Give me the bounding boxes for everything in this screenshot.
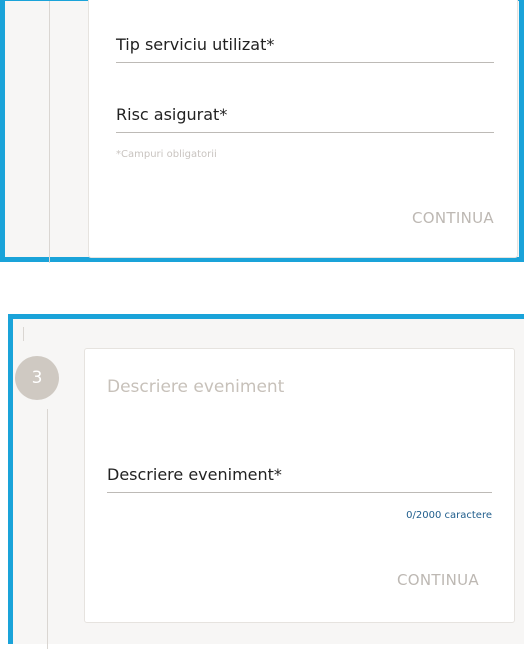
timeline-line <box>23 327 24 341</box>
step-number-badge: 3 <box>15 356 59 400</box>
step-2-panel: Tip serviciu utilizat* Risc asigurat* *C… <box>0 0 524 263</box>
timeline-line <box>49 1 50 263</box>
event-description-label: Descriere eveniment* <box>107 465 282 484</box>
card-title: Descriere eveniment <box>107 377 285 397</box>
timeline-line <box>47 409 48 649</box>
service-type-label: Tip serviciu utilizat* <box>116 35 275 54</box>
step-3-panel: 3 Descriere eveniment Descriere evenimen… <box>8 314 524 649</box>
service-type-field[interactable]: Tip serviciu utilizat* <box>116 35 494 63</box>
continue-button[interactable]: CONTINUA <box>412 209 494 227</box>
step-2-card: Tip serviciu utilizat* Risc asigurat* *C… <box>88 0 518 258</box>
step-3-card: Descriere eveniment Descriere eveniment*… <box>84 348 515 623</box>
event-description-field[interactable]: Descriere eveniment* <box>107 465 492 493</box>
insured-risk-label: Risc asigurat* <box>116 105 228 124</box>
step-number: 3 <box>31 368 43 388</box>
character-counter: 0/2000 caractere <box>406 510 492 521</box>
required-fields-note: *Campuri obligatorii <box>116 149 217 160</box>
continue-button[interactable]: CONTINUA <box>397 571 479 589</box>
insured-risk-field[interactable]: Risc asigurat* <box>116 105 494 133</box>
